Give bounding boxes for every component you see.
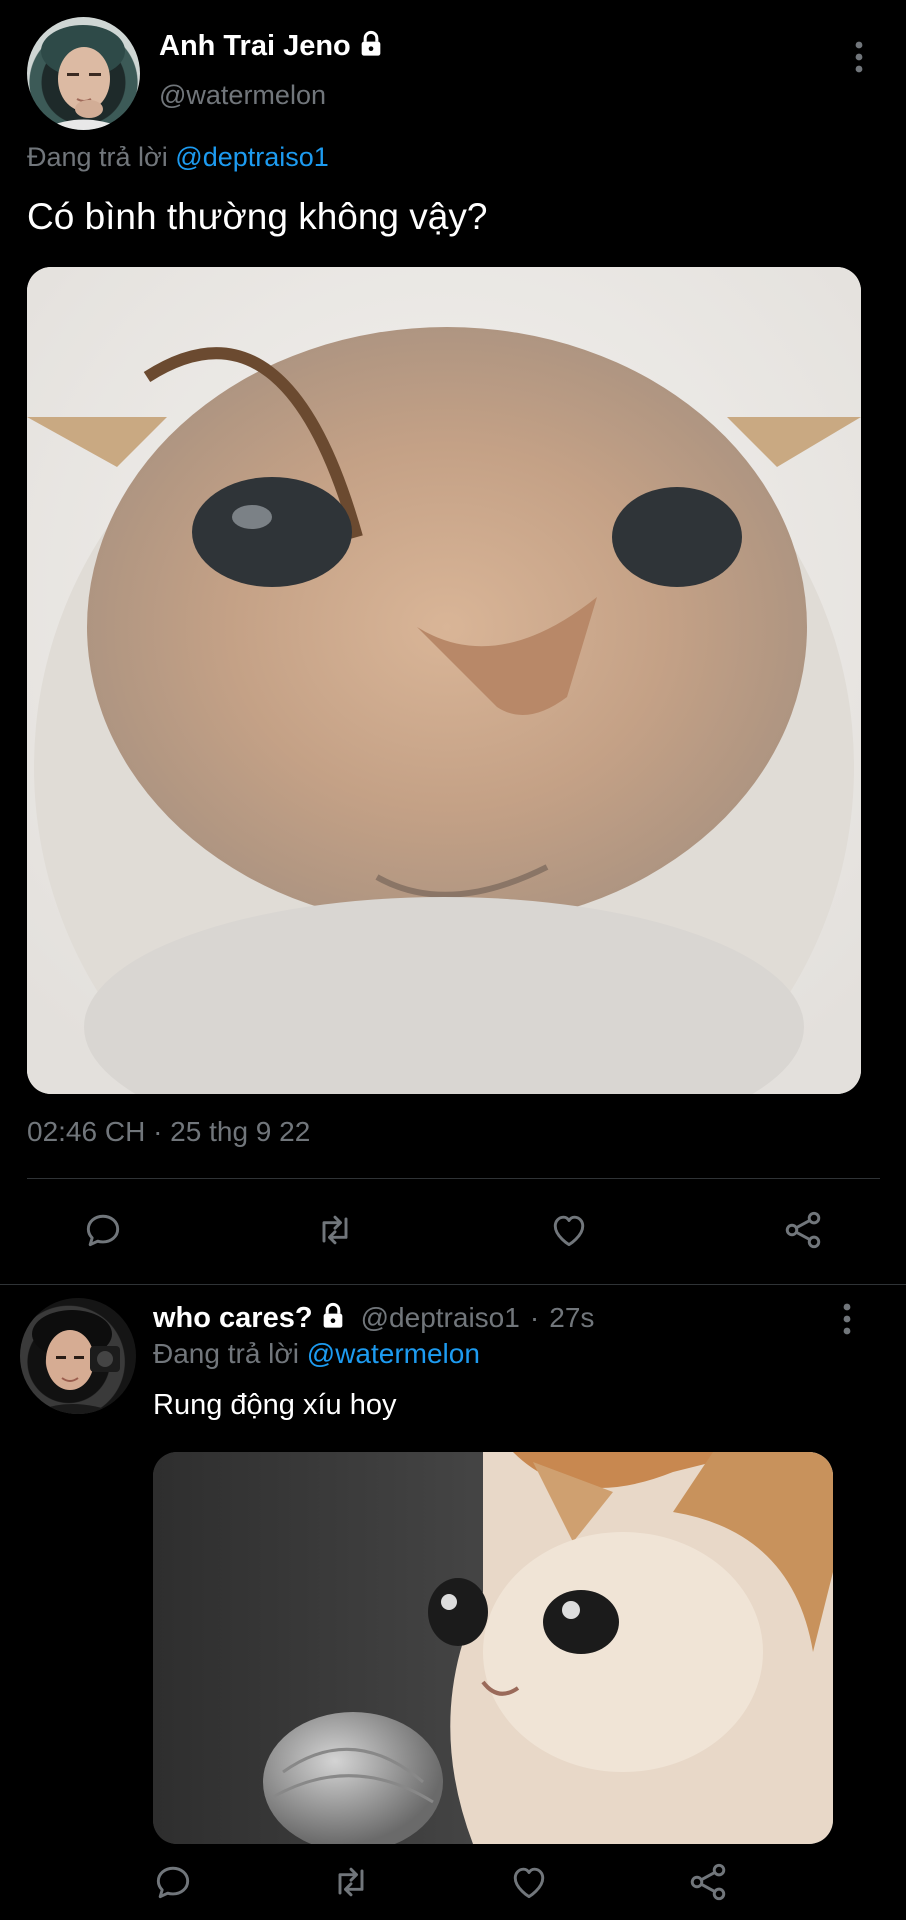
- share-icon: [785, 1211, 821, 1249]
- share-button[interactable]: [680, 1854, 736, 1910]
- retweet-button[interactable]: [323, 1854, 379, 1910]
- lock-icon: [319, 1302, 347, 1338]
- main-tweet[interactable]: Anh Trai Jeno @watermelon Đang trả lời @…: [0, 0, 906, 1284]
- tweet-media-image[interactable]: [27, 267, 861, 1094]
- replying-to-label: Đang trả lời: [27, 142, 168, 172]
- divider: [0, 1284, 906, 1285]
- author-handle[interactable]: @watermelon: [159, 80, 326, 111]
- share-button[interactable]: [775, 1202, 831, 1258]
- reply-author-avatar[interactable]: [20, 1298, 136, 1414]
- like-button[interactable]: [501, 1854, 557, 1910]
- author-avatar[interactable]: [27, 17, 140, 130]
- replying-to: Đang trả lời @deptraiso1: [27, 142, 329, 173]
- author-name[interactable]: Anh Trai Jeno: [159, 30, 385, 66]
- lock-icon: [357, 30, 385, 66]
- reply-time[interactable]: 27s: [549, 1302, 594, 1333]
- author-name-text: Anh Trai Jeno: [159, 30, 351, 62]
- reply-mention-link[interactable]: @watermelon: [307, 1338, 480, 1369]
- reply-media-image[interactable]: [153, 1452, 833, 1844]
- tweet-thread-page: Anh Trai Jeno @watermelon Đang trả lời @…: [0, 0, 906, 1920]
- avatar-portrait: [41, 25, 127, 130]
- reply-icon: [156, 1866, 190, 1899]
- like-icon: [513, 1867, 545, 1899]
- reply-author-name[interactable]: who cares?: [153, 1302, 313, 1334]
- reply-text: Rung động xíu hoy: [153, 1389, 397, 1421]
- avatar-portrait: [30, 1310, 120, 1414]
- like-button[interactable]: [541, 1202, 597, 1258]
- reply-icon: [86, 1214, 120, 1247]
- tweet-text: Có bình thường không vậy?: [27, 196, 488, 237]
- crying-cat-photo: [153, 1452, 833, 1844]
- cat-closeup-photo: [27, 267, 861, 1094]
- replying-to-label: Đang trả lời: [153, 1338, 299, 1369]
- retweet-icon: [338, 1867, 364, 1897]
- meta-separator: ·: [529, 1302, 540, 1333]
- reply-header: who cares? @deptraiso1 · 27s: [153, 1302, 594, 1338]
- more-options-icon[interactable]: [838, 1302, 856, 1336]
- reply-button[interactable]: [75, 1202, 131, 1258]
- reply-mention-link[interactable]: @deptraiso1: [175, 142, 329, 172]
- more-options-icon[interactable]: [850, 40, 868, 74]
- reply-button[interactable]: [145, 1854, 201, 1910]
- retweet-icon: [322, 1215, 348, 1245]
- reply-author-handle[interactable]: @deptraiso1: [361, 1302, 520, 1333]
- share-icon: [690, 1863, 726, 1901]
- divider: [27, 1178, 880, 1179]
- like-icon: [553, 1215, 585, 1247]
- replying-to: Đang trả lời @watermelon: [153, 1338, 480, 1370]
- retweet-button[interactable]: [307, 1202, 363, 1258]
- tweet-timestamp[interactable]: 02:46 CH · 25 thg 9 22: [27, 1116, 310, 1148]
